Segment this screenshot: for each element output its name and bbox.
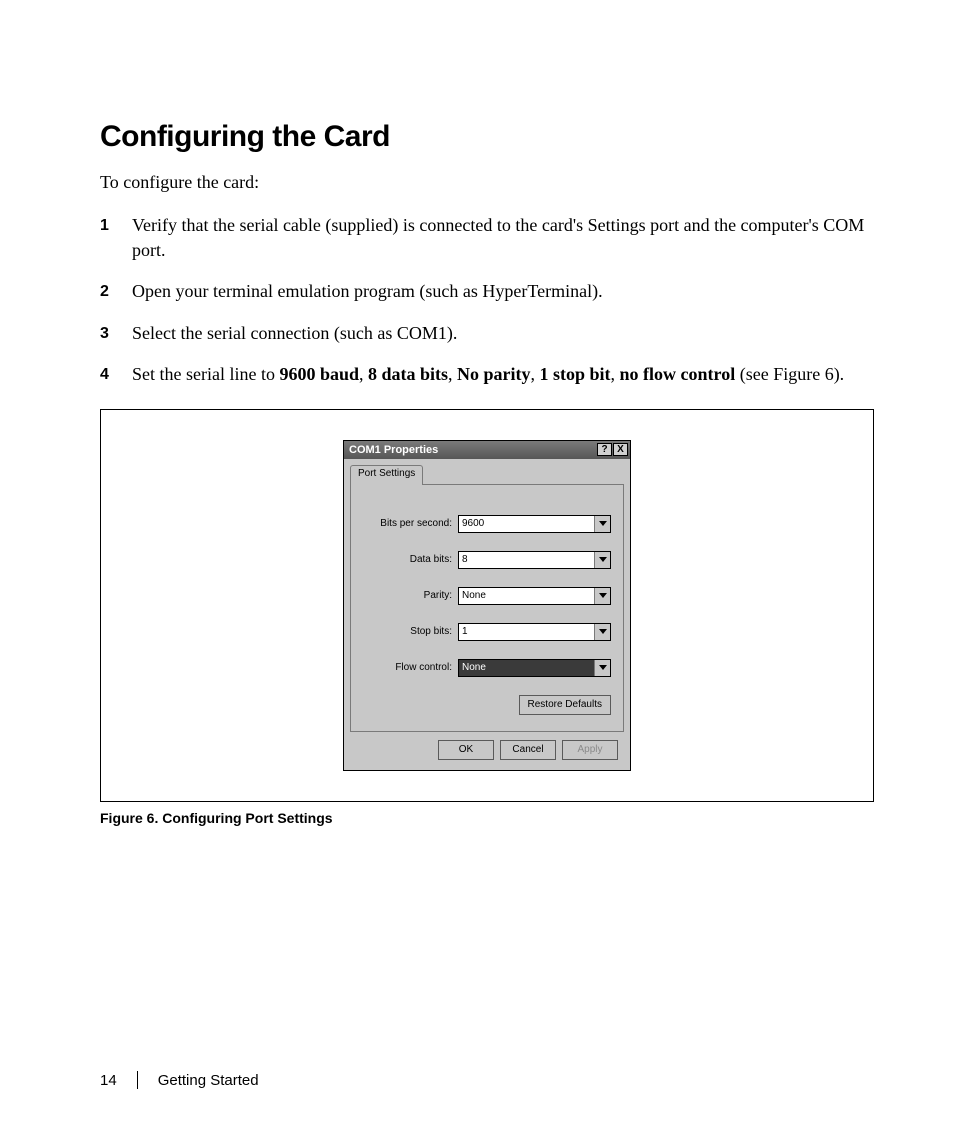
form-row-parity: Parity: None bbox=[363, 587, 611, 605]
page-footer: 14 Getting Started bbox=[100, 1071, 259, 1089]
tab-port-settings[interactable]: Port Settings bbox=[350, 465, 423, 485]
step-text: Verify that the serial cable (supplied) … bbox=[128, 213, 874, 263]
step-item: 1 Verify that the serial cable (supplied… bbox=[100, 213, 874, 263]
combo-parity[interactable]: None bbox=[458, 587, 611, 605]
text-fragment: , bbox=[359, 364, 368, 384]
dialog-title: COM1 Properties bbox=[349, 444, 596, 456]
label-stop-bits: Stop bits: bbox=[363, 626, 458, 637]
page-number: 14 bbox=[100, 1072, 117, 1089]
text-fragment: , bbox=[611, 364, 620, 384]
restore-defaults-button[interactable]: Restore Defaults bbox=[519, 695, 611, 715]
dialog-body: Port Settings Bits per second: 9600 Data… bbox=[344, 459, 630, 770]
label-data-bits: Data bits: bbox=[363, 554, 458, 565]
bold-text: No parity bbox=[457, 364, 531, 384]
bold-text: 9600 baud bbox=[279, 364, 359, 384]
combo-data-bits[interactable]: 8 bbox=[458, 551, 611, 569]
form-row-bits-per-second: Bits per second: 9600 bbox=[363, 515, 611, 533]
step-text: Set the serial line to 9600 baud, 8 data… bbox=[128, 362, 874, 387]
step-number: 2 bbox=[100, 279, 128, 303]
ok-button[interactable]: OK bbox=[438, 740, 494, 760]
step-item: 2 Open your terminal emulation program (… bbox=[100, 279, 874, 304]
combo-flow-control[interactable]: None bbox=[458, 659, 611, 677]
tab-panel: Bits per second: 9600 Data bits: 8 bbox=[350, 484, 624, 732]
combo-stop-bits[interactable]: 1 bbox=[458, 623, 611, 641]
chevron-down-icon[interactable] bbox=[594, 516, 610, 532]
form-row-data-bits: Data bits: 8 bbox=[363, 551, 611, 569]
text-fragment: , bbox=[448, 364, 457, 384]
bold-text: 1 stop bit bbox=[540, 364, 611, 384]
bold-text: 8 data bits bbox=[368, 364, 448, 384]
step-item: 4 Set the serial line to 9600 baud, 8 da… bbox=[100, 362, 874, 387]
dialog-button-row: OK Cancel Apply bbox=[350, 732, 624, 762]
text-fragment: Set the serial line to bbox=[132, 364, 279, 384]
apply-button[interactable]: Apply bbox=[562, 740, 618, 760]
combo-value: None bbox=[459, 660, 594, 676]
combo-value: None bbox=[459, 588, 594, 604]
label-parity: Parity: bbox=[363, 590, 458, 601]
form-row-stop-bits: Stop bits: 1 bbox=[363, 623, 611, 641]
close-button[interactable]: X bbox=[613, 443, 628, 456]
chevron-down-icon[interactable] bbox=[594, 552, 610, 568]
figure-container: COM1 Properties ? X Port Settings Bits p… bbox=[100, 409, 874, 802]
bold-text: no flow control bbox=[620, 364, 736, 384]
text-fragment: , bbox=[531, 364, 540, 384]
combo-bits-per-second[interactable]: 9600 bbox=[458, 515, 611, 533]
combo-value: 9600 bbox=[459, 516, 594, 532]
dialog-titlebar[interactable]: COM1 Properties ? X bbox=[344, 441, 630, 459]
combo-value: 1 bbox=[459, 624, 594, 640]
cancel-button[interactable]: Cancel bbox=[500, 740, 556, 760]
footer-divider bbox=[137, 1071, 138, 1089]
step-text: Open your terminal emulation program (su… bbox=[128, 279, 874, 304]
label-flow-control: Flow control: bbox=[363, 662, 458, 673]
com1-properties-dialog: COM1 Properties ? X Port Settings Bits p… bbox=[343, 440, 631, 771]
tab-strip: Port Settings bbox=[350, 465, 624, 485]
step-number: 4 bbox=[100, 362, 128, 386]
page-heading: Configuring the Card bbox=[100, 120, 874, 154]
step-number: 3 bbox=[100, 321, 128, 345]
footer-section: Getting Started bbox=[158, 1072, 259, 1089]
text-fragment: (see Figure 6). bbox=[735, 364, 844, 384]
form-row-flow-control: Flow control: None bbox=[363, 659, 611, 677]
combo-value: 8 bbox=[459, 552, 594, 568]
chevron-down-icon[interactable] bbox=[594, 588, 610, 604]
step-item: 3 Select the serial connection (such as … bbox=[100, 321, 874, 346]
intro-text: To configure the card: bbox=[100, 172, 874, 193]
label-bits-per-second: Bits per second: bbox=[363, 518, 458, 529]
chevron-down-icon[interactable] bbox=[594, 660, 610, 676]
help-button[interactable]: ? bbox=[597, 443, 612, 456]
step-number: 1 bbox=[100, 213, 128, 237]
restore-row: Restore Defaults bbox=[363, 695, 611, 715]
figure-caption: Figure 6. Configuring Port Settings bbox=[100, 810, 874, 826]
steps-list: 1 Verify that the serial cable (supplied… bbox=[100, 213, 874, 387]
step-text: Select the serial connection (such as CO… bbox=[128, 321, 874, 346]
chevron-down-icon[interactable] bbox=[594, 624, 610, 640]
